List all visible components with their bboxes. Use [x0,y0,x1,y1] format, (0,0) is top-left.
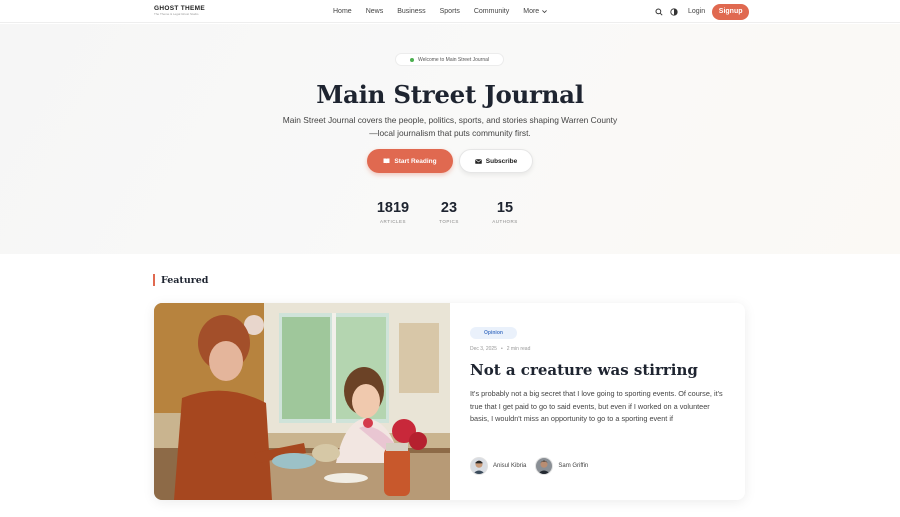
stat-value: 1819 [376,200,410,216]
top-navbar: GHOST THEME The Theme & Legal Ghost Stud… [0,0,900,23]
stat-authors: 15 AUTHORS [477,200,533,224]
status-dot [409,57,414,62]
author-link[interactable]: Sam Griffin [535,457,588,475]
subscribe-button[interactable]: Subscribe [459,149,533,173]
post-date: Dec 3, 2025 [470,346,497,352]
nav-link-business[interactable]: Business [397,8,425,15]
stat-value: 23 [440,200,458,216]
site-stats: 1819 ARTICLES 23 TOPICS 15 AUTHORS [365,200,533,224]
nav-actions: Login Signup [654,0,750,23]
author-link[interactable]: Anisul Kibria [470,457,526,475]
stat-value: 15 [496,200,514,216]
login-link[interactable]: Login [688,8,705,15]
nav-link-news[interactable]: News [366,8,384,15]
nav-link-sports[interactable]: Sports [440,8,460,15]
subscribe-label: Subscribe [485,157,518,165]
signup-button[interactable]: Signup [712,3,750,20]
theme-toggle-icon[interactable] [669,7,679,17]
hero-section: Welcome to Main Street Journal Main Stre… [0,24,900,254]
logo-wordmark: GHOST THEME [154,5,205,12]
book-icon [383,158,390,164]
stat-label: TOPICS [439,219,459,224]
avatar [470,457,488,475]
post-authors: Anisul Kibria Sam Griffin [470,457,597,475]
welcome-text: Welcome to Main Street Journal [417,56,490,63]
nav-more-label: More [523,8,540,15]
featured-post-image[interactable] [154,303,450,500]
stat-articles: 1819 ARTICLES [365,200,421,224]
post-tag-badge[interactable]: Opinion [470,327,517,339]
post-meta: Dec 3, 2025 • 2 min read [470,346,530,352]
stat-label: ARTICLES [380,219,406,224]
post-title[interactable]: Not a creature was stirring [470,361,730,379]
logo-tagline: The Theme & Legal Ghost Studio [154,12,199,16]
featured-section-title: Featured [153,274,208,286]
post-excerpt: It's probably not a big secret that I lo… [470,389,723,424]
stat-label: AUTHORS [492,219,518,224]
welcome-badge: Welcome to Main Street Journal [395,53,504,66]
featured-post-card[interactable]: Opinion Dec 3, 2025 • 2 min read Not a c… [154,303,745,500]
nav-link-home[interactable]: Home [333,8,352,15]
nav-link-community[interactable]: Community [474,8,509,15]
stat-topics: 23 TOPICS [421,200,477,224]
site-logo[interactable]: GHOST THEME The Theme & Legal Ghost Stud… [154,5,205,16]
hero-description: Main Street Journal covers the people, p… [282,115,618,138]
meta-separator: • [500,346,503,352]
featured-post-content: Opinion Dec 3, 2025 • 2 min read Not a c… [470,303,730,500]
main-nav: Home News Business Sports Community More [333,0,562,23]
start-reading-button[interactable]: Start Reading [367,149,453,173]
author-name: Sam Griffin [558,463,589,469]
chevron-down-icon [542,10,548,14]
search-icon[interactable] [654,7,664,17]
post-read-time: 2 min read [506,346,531,352]
hero-title: Main Street Journal [316,80,584,109]
mail-icon [475,158,482,164]
start-reading-label: Start Reading [394,157,437,165]
avatar [535,457,554,475]
author-name: Anisul Kibria [493,463,527,469]
nav-more-dropdown[interactable]: More [523,8,548,15]
